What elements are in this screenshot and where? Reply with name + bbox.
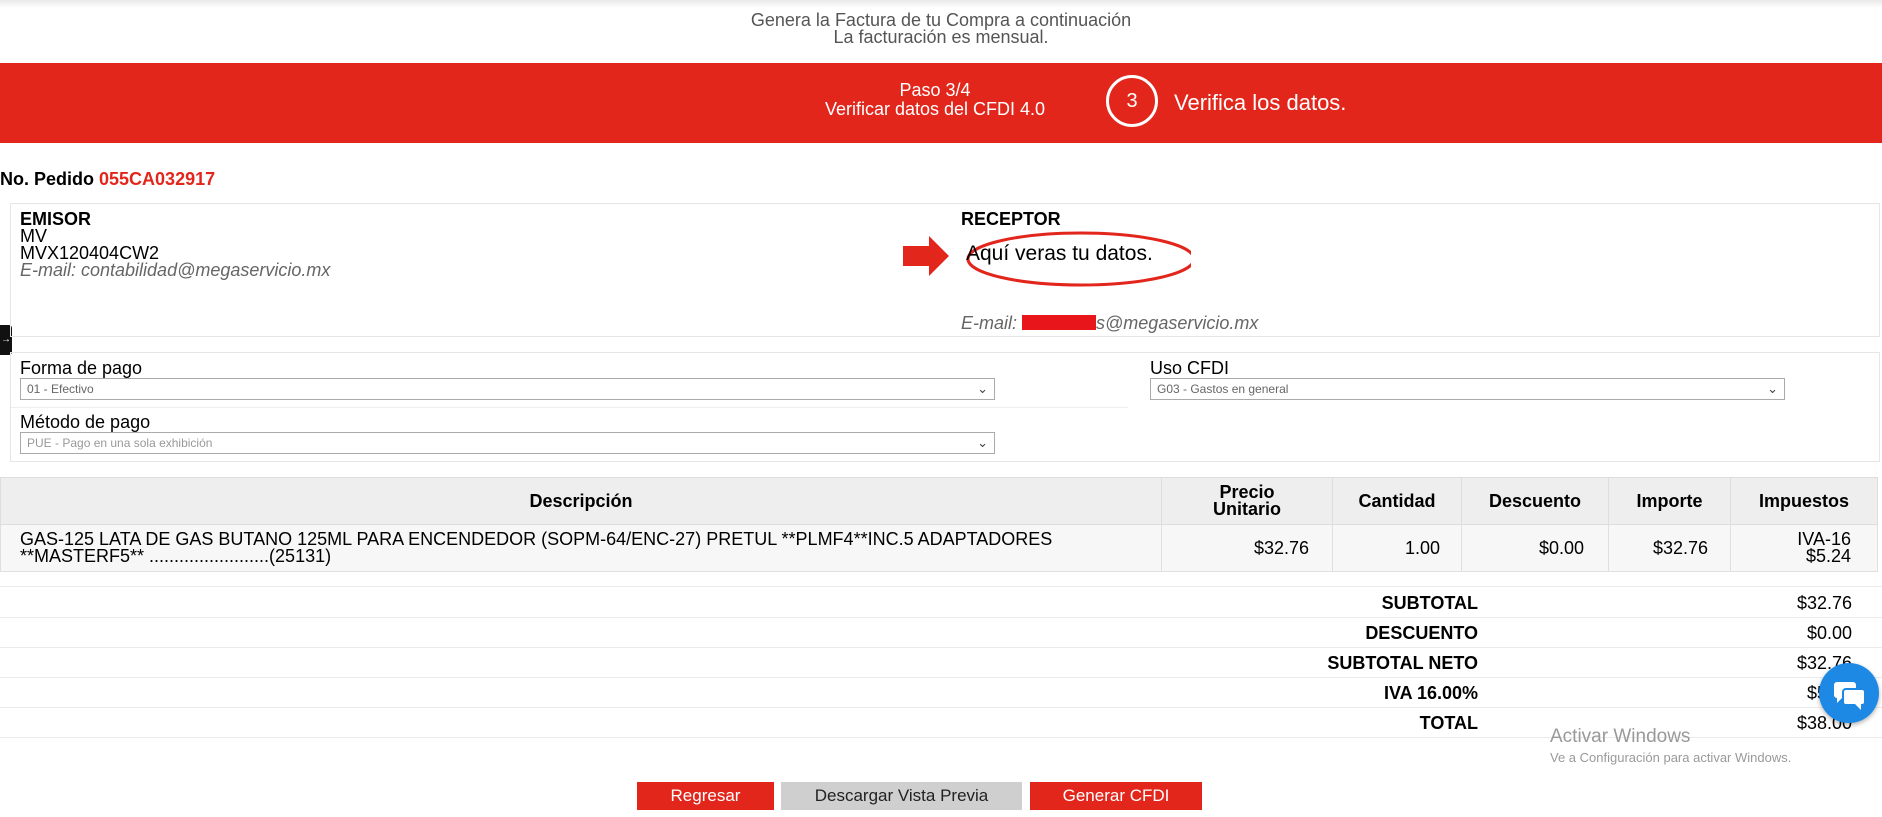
totals-row-iva: IVA 16.00% $5.24: [0, 677, 1882, 708]
cell-cantidad: 1.00: [1332, 524, 1462, 572]
totals-row-subtotal-neto: SUBTOTAL NETO $32.76: [0, 647, 1882, 678]
totals-value: $0.00: [1806, 623, 1852, 643]
form-box: Forma de pago 01 - Efectivo ⌄ Uso CFDI G…: [10, 352, 1880, 462]
header-descripcion: Descripción: [0, 477, 1162, 525]
impuesto-monto: $5.24: [1805, 546, 1851, 566]
watermark-subtitle: Ve a Configuración para activar Windows.: [1550, 750, 1792, 765]
cell-descripcion: GAS-125 LATA DE GAS BUTANO 125ML PARA EN…: [0, 524, 1162, 572]
receptor-title: RECEPTOR: [961, 209, 1061, 229]
step-banner: Paso 3/4 Verificar datos del CFDI 4.0 3 …: [0, 63, 1882, 143]
totals-label: SUBTOTAL NETO: [1327, 653, 1478, 673]
step-description: Verificar datos del CFDI 4.0: [824, 99, 1046, 119]
totals-label: SUBTOTAL: [1381, 593, 1478, 613]
uso-cfdi-label: Uso CFDI: [1150, 358, 1230, 378]
uso-cfdi-select[interactable]: G03 - Gastos en general ⌄: [1150, 378, 1785, 400]
order-value: 055CA032917: [99, 169, 216, 189]
receptor-email: E-mail: s@megaservicio.mx: [961, 313, 1258, 334]
form-divider: [11, 407, 1128, 408]
parties-box: EMISOR MV MVX120404CW2 E-mail: contabili…: [10, 203, 1880, 337]
uso-cfdi-value: G03 - Gastos en general: [1157, 382, 1289, 396]
chevron-down-icon: ⌄: [977, 381, 988, 396]
order-number: No. Pedido 055CA032917: [0, 169, 215, 190]
emisor-email: E-mail: contabilidad@megaservicio.mx: [20, 260, 331, 280]
totals-row-descuento: DESCUENTO $0.00: [0, 617, 1882, 648]
chevron-down-icon: ⌄: [977, 435, 988, 450]
totals-label: DESCUENTO: [1365, 623, 1478, 643]
totals-label: IVA 16.00%: [1383, 683, 1478, 703]
top-shadow: [0, 0, 1882, 8]
header-impuestos: Impuestos: [1730, 477, 1878, 525]
intro-line-2: La facturación es mensual.: [833, 27, 1049, 47]
totals-value: $32.76: [1796, 593, 1852, 613]
chat-glyph: [1834, 682, 1866, 710]
header-importe: Importe: [1608, 477, 1731, 525]
redaction-mark: [1022, 315, 1097, 330]
receptor-annotation: Aquí veras tu datos.: [966, 242, 1153, 265]
header-descuento: Descuento: [1461, 477, 1609, 525]
step-text: Paso 3/4 Verificar datos del CFDI 4.0: [760, 81, 1110, 119]
forma-pago-label: Forma de pago: [20, 358, 143, 378]
descargar-vista-previa-button[interactable]: Descargar Vista Previa: [781, 782, 1022, 810]
header-precio: Precio Unitario: [1161, 477, 1333, 525]
generar-cfdi-button[interactable]: Generar CFDI: [1030, 782, 1202, 810]
totals-label: TOTAL: [1419, 713, 1478, 733]
table-row: GAS-125 LATA DE GAS BUTANO 125ML PARA EN…: [0, 524, 1878, 572]
header-precio-line2: Unitario: [1212, 499, 1281, 519]
chat-bubbles-icon[interactable]: [1819, 663, 1879, 723]
step-circle: 3: [1106, 75, 1158, 127]
step-number-label: Paso 3/4: [899, 80, 971, 100]
forma-pago-value: 01 - Efectivo: [27, 382, 94, 396]
receptor-email-suffix: s@megaservicio.mx: [1096, 313, 1259, 333]
cell-descuento: $0.00: [1461, 524, 1609, 572]
order-label: No. Pedido: [0, 169, 94, 189]
items-table: Descripción Precio Unitario Cantidad Des…: [0, 477, 1878, 572]
cell-importe: $32.76: [1608, 524, 1731, 572]
totals-row-subtotal: SUBTOTAL $32.76: [0, 587, 1882, 618]
table-header-row: Descripción Precio Unitario Cantidad Des…: [0, 477, 1878, 525]
metodo-pago-value: PUE - Pago en una sola exhibición: [27, 436, 213, 450]
watermark-title: Activar Windows: [1550, 726, 1691, 747]
regresar-button[interactable]: Regresar: [637, 782, 774, 810]
receptor-email-label: E-mail:: [961, 313, 1018, 333]
header-cantidad: Cantidad: [1332, 477, 1462, 525]
cell-impuestos: IVA-16 $5.24: [1730, 524, 1878, 572]
metodo-pago-select[interactable]: PUE - Pago en una sola exhibición ⌄: [20, 432, 995, 454]
step-callout: Verifica los datos.: [1174, 90, 1347, 115]
chevron-down-icon: ⌄: [1767, 381, 1778, 396]
descripcion-line2: **MASTERF5** ........................(25…: [20, 546, 332, 566]
emisor-block: EMISOR MV MVX120404CW2 E-mail: contabili…: [20, 209, 331, 280]
metodo-pago-label: Método de pago: [20, 412, 151, 432]
emisor-title: EMISOR: [20, 209, 92, 229]
forma-pago-select[interactable]: 01 - Efectivo ⌄: [20, 378, 995, 400]
cell-precio: $32.76: [1161, 524, 1333, 572]
red-arrow-icon: [903, 236, 949, 276]
